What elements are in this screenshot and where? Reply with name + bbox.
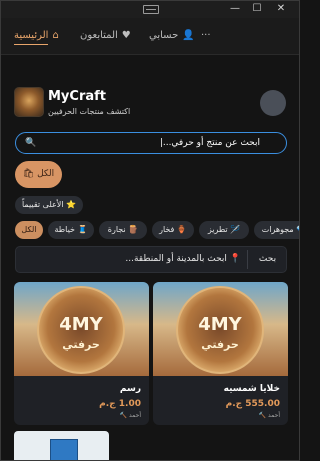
- product-logo-medallion: 4MY حرفتي: [37, 286, 125, 374]
- category-chip-all[interactable]: الكل: [15, 221, 43, 239]
- product-logo-medallion: 4MY حرفتي: [176, 286, 264, 374]
- filter-all-button[interactable]: الكل 🛍: [15, 161, 62, 188]
- product-card[interactable]: 4MY حرفتي خلايا شمسيه 555.00 ج.م أحمد 🔨: [153, 282, 288, 425]
- category-chip-sewing[interactable]: 🧵 خياطة: [48, 221, 94, 239]
- city-search-button[interactable]: بحث: [251, 250, 284, 269]
- product-image: 4MY حرفتي: [14, 282, 149, 376]
- category-chip-carpentry[interactable]: 🪵 نجارة: [99, 221, 147, 239]
- nav-following-label: المتابعون: [80, 30, 118, 41]
- user-icon: 👤: [182, 30, 195, 41]
- product-card-partial[interactable]: [14, 431, 109, 460]
- nav-more-label: ···: [201, 30, 211, 41]
- avatar[interactable]: [260, 90, 286, 116]
- app-window: — ☐ ✕ ··· 👤 حسابي ♥ المتابعون ⌂ الرئيسية…: [0, 0, 300, 461]
- minimize-button[interactable]: —: [227, 2, 243, 16]
- city-search-input[interactable]: 📍 ابحث بالمدينة أو المنطقة...: [21, 250, 248, 269]
- circuit-board-image: [50, 439, 78, 460]
- medallion-title: 4MY: [59, 314, 103, 335]
- nav-following-tab[interactable]: ♥ المتابعون: [80, 28, 131, 44]
- product-name: رسم: [119, 384, 141, 394]
- search-icon: 🔍: [25, 138, 37, 148]
- city-search-bar: 📍 ابحث بالمدينة أو المنطقة... بحث: [15, 246, 287, 273]
- product-name: خلايا شمسيه: [223, 384, 280, 394]
- nav-account-label: حسابي: [149, 30, 179, 41]
- category-chip-embroidery[interactable]: 🪡 تطريز: [199, 221, 249, 239]
- nav-more-button[interactable]: ···: [201, 28, 211, 44]
- heart-icon: ♥: [121, 30, 131, 41]
- product-seller[interactable]: أحمد 🔨: [259, 412, 280, 419]
- search-input[interactable]: ابحث عن منتج أو حرفي...|: [40, 133, 260, 153]
- maximize-button[interactable]: ☐: [249, 2, 265, 16]
- product-price: 1.00 ج.م: [99, 399, 141, 409]
- category-chip-jewelry[interactable]: 💎 مجوهرات: [254, 221, 299, 239]
- product-price: 555.00 ج.م: [225, 399, 280, 409]
- nav-account-tab[interactable]: 👤 حسابي: [149, 28, 195, 44]
- drag-handle-icon[interactable]: [143, 5, 159, 14]
- brand-logo: [14, 87, 44, 117]
- nav-home-tab[interactable]: ⌂ الرئيسية: [14, 28, 59, 45]
- category-row: الكل 🧵 خياطة 🪵 نجارة 🏺 فخار 🪡 تطريز 💎 مج…: [1, 220, 299, 240]
- product-card[interactable]: 4MY حرفتي رسم 1.00 ج.م أحمد 🔨: [14, 282, 149, 425]
- top-rated-chip[interactable]: ⭐ الأعلى تقييماً: [15, 196, 83, 214]
- medallion-subtitle: حرفتي: [201, 338, 239, 351]
- category-chip-pottery[interactable]: 🏺 فخار: [152, 221, 194, 239]
- brand-name: MyCraft: [48, 89, 107, 104]
- medallion-subtitle: حرفتي: [62, 338, 100, 351]
- nav-home-label: الرئيسية: [14, 28, 49, 45]
- brand-tagline: اكتشف منتجات الحرفيين: [48, 107, 131, 116]
- product-seller[interactable]: أحمد 🔨: [120, 412, 141, 419]
- product-search-field[interactable]: ابحث عن منتج أو حرفي...| 🔍: [15, 132, 287, 154]
- close-button[interactable]: ✕: [273, 2, 289, 16]
- title-bar: — ☐ ✕: [1, 1, 299, 18]
- medallion-title: 4MY: [198, 314, 242, 335]
- top-nav: ··· 👤 حسابي ♥ المتابعون ⌂ الرئيسية: [1, 18, 299, 55]
- home-icon: ⌂: [52, 30, 59, 41]
- product-image: 4MY حرفتي: [153, 282, 288, 376]
